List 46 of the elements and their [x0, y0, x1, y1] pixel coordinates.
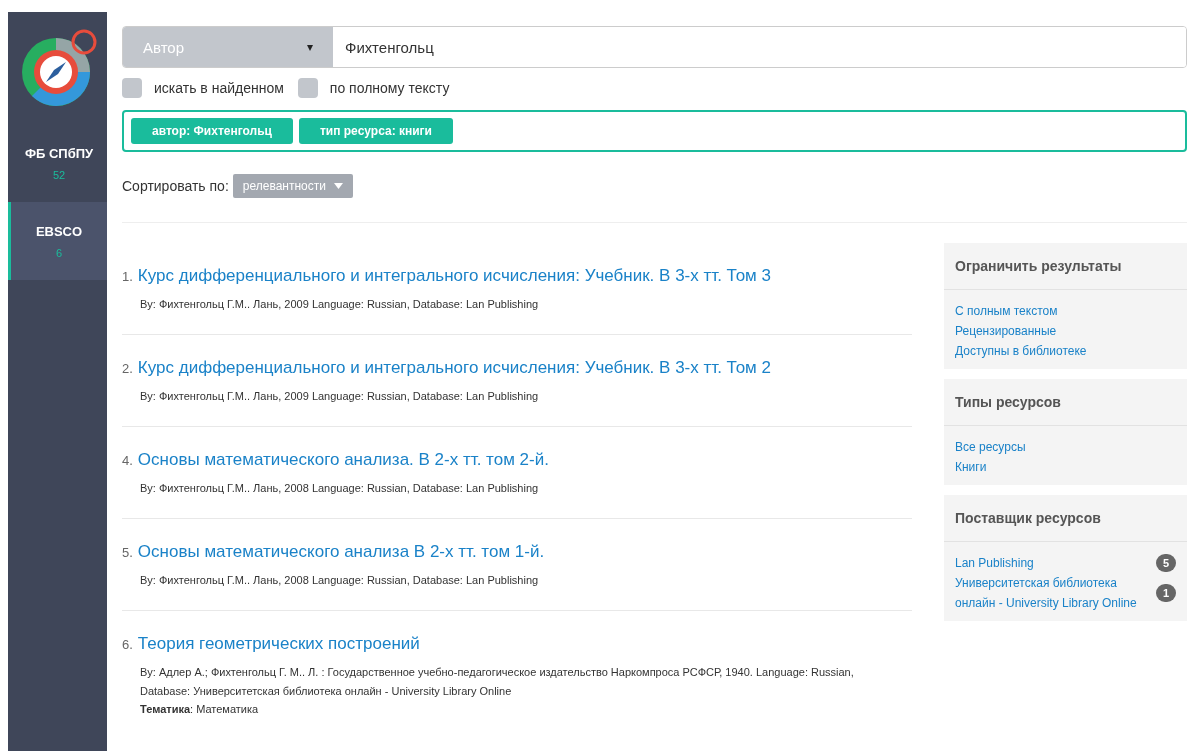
checkbox-label: искать в найденном [154, 80, 284, 96]
source-name: EBSCO [35, 223, 83, 239]
result-title[interactable]: Теория геометрических построений [137, 634, 420, 654]
result-meta: By: Фихтенгольц Г.М.. Лань, 2009 Language: Russian, Database: Lan Publishing [140, 389, 540, 404]
source-count: 52 [52, 168, 66, 181]
facet-link[interactable]: С полным текстом [955, 301, 1058, 321]
dropdown-value: Автор [143, 38, 185, 56]
checkbox[interactable] [297, 78, 318, 98]
caret-icon [333, 183, 343, 189]
result-number: 5. [122, 545, 133, 560]
result-meta: By: Фихтенгольц Г.М.. Лань, 2009 Language: Russian, Database: Lan Publishing [140, 297, 540, 312]
source-name: ФБ СПбПУ [24, 145, 94, 161]
checkbox-label: по полному тексту [329, 80, 450, 96]
sort-label: Сортировать по: [122, 178, 229, 194]
facet-link[interactable]: Доступны в библиотеке [955, 341, 1087, 361]
result-meta: By: Адлер А.; Фихтенгольц Г. М.. Л. : Государственное учебно-педагогическое издательство Наркомпроса РСФСР, 1940. Language: Russian, Database: Университетская библиотека онлайн - University Library Online [140, 665, 855, 699]
result-topic: Тематика: Математика [140, 702, 260, 717]
facet-title: Ограничить результаты [944, 243, 1187, 290]
count-badge: 1 [1156, 584, 1176, 602]
result-number: 2. [122, 361, 133, 376]
facet-link[interactable]: Книги [955, 457, 987, 477]
result-meta: By: Фихтенгольц Г.М.. Лань, 2008 Language: Russian, Database: Lan Publishing [140, 481, 540, 496]
filter-tag[interactable]: автор: Фихтенгольц [131, 118, 293, 144]
search-bar[interactable]: Автор ▾ Фихтенгольц [122, 26, 1187, 68]
count-badge: 5 [1156, 554, 1176, 572]
facet-title: Типы ресурсов [944, 379, 1187, 426]
source-tab[interactable]: EBSCO 6 [8, 202, 107, 280]
facet-link[interactable]: Рецензированные [955, 321, 1057, 341]
facet-link[interactable]: Все ресурсы [955, 437, 1026, 457]
facet-title: Поставщик ресурсов [944, 495, 1187, 542]
source-count: 6 [55, 246, 63, 259]
checkbox[interactable] [122, 78, 142, 98]
result-number: 4. [122, 453, 133, 468]
result-title[interactable]: Основы математического анализа. В 2-х тт. том 2-й. [137, 450, 549, 470]
sort-dropdown[interactable]: релевантности [232, 174, 353, 198]
facet-link[interactable]: Университетская библиотека онлайн - University Library Online [955, 573, 1148, 613]
result-title[interactable]: Курс дифференциального и интегрального исчисления: Учебник. В 3-х тт. Том 3 [137, 266, 771, 286]
result-number: 6. [122, 637, 133, 652]
filter-tag[interactable]: тип ресурса: книги [298, 118, 453, 144]
field-dropdown[interactable]: Автор ▾ [123, 27, 333, 67]
facet-link[interactable]: Lan Publishing [955, 553, 1034, 573]
result-number: 1. [122, 269, 133, 284]
caret-icon: ▾ [307, 40, 313, 54]
result-title[interactable]: Основы математического анализа В 2-х тт. том 1-й. [137, 542, 545, 562]
result-meta: By: Фихтенгольц Г.М.. Лань, 2008 Language: Russian, Database: Lan Publishing [140, 573, 540, 588]
result-title[interactable]: Курс дифференциального и интегрального исчисления: Учебник. В 3-х тт. Том 2 [137, 358, 771, 378]
